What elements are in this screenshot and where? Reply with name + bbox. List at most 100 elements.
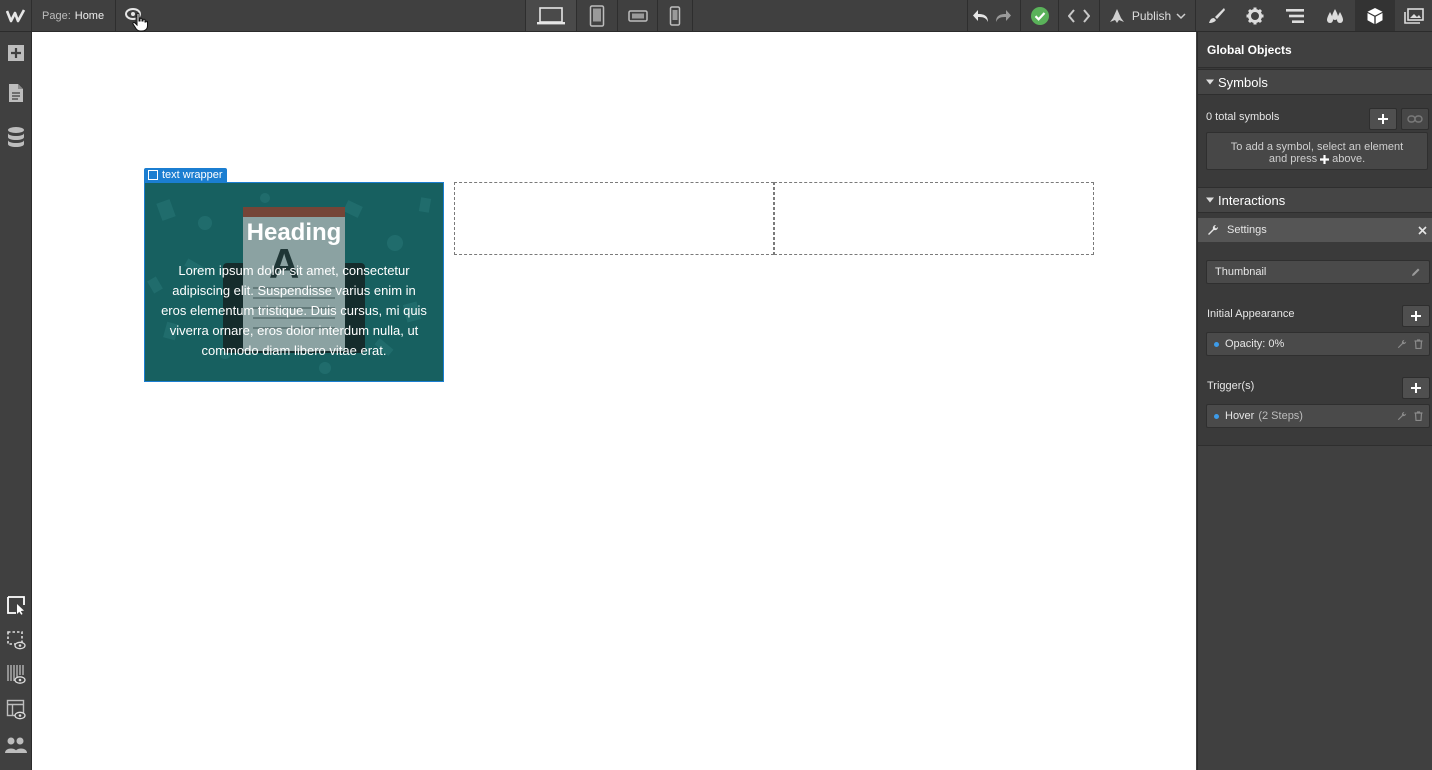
drops-icon xyxy=(1327,8,1343,23)
add-initial-appearance-button[interactable] xyxy=(1402,305,1430,327)
add-trigger-button[interactable] xyxy=(1402,377,1430,399)
wrench-icon[interactable] xyxy=(1397,339,1407,349)
pages-button[interactable] xyxy=(0,78,31,108)
collaborators-button[interactable] xyxy=(0,730,31,760)
top-toolbar: Page: Home Publish xyxy=(0,0,1432,32)
selected-element-label: text wrapper xyxy=(162,169,223,181)
chevron-down-icon xyxy=(1176,12,1186,19)
page-name: Home xyxy=(74,9,105,22)
code-export-button[interactable] xyxy=(1059,0,1099,31)
trash-icon[interactable] xyxy=(1414,339,1423,349)
empty-column-placeholder[interactable] xyxy=(454,182,774,255)
portrait-view-button[interactable] xyxy=(658,0,692,31)
settings-panel-button[interactable] xyxy=(1235,0,1275,31)
selected-element-tag[interactable]: text wrapper xyxy=(144,168,227,182)
grid-eye-icon xyxy=(6,665,26,684)
panel-title: Global Objects xyxy=(1207,42,1292,57)
triggers-label: Trigger(s) xyxy=(1207,380,1255,392)
navigator-icon xyxy=(1286,8,1304,23)
caret-down-icon xyxy=(1206,79,1214,85)
left-toolbar xyxy=(0,32,32,770)
publish-label: Publish xyxy=(1131,8,1172,23)
plus-icon xyxy=(1411,383,1421,393)
opacity-label: Opacity: 0% xyxy=(1225,338,1285,350)
symbols-count: 0 total symbols xyxy=(1206,111,1280,123)
add-element-button[interactable] xyxy=(0,38,31,68)
assets-panel-button[interactable] xyxy=(1395,0,1432,31)
design-canvas[interactable]: text wrapper A Heading Lorem ipsum dolor… xyxy=(32,32,1196,770)
tablet-icon xyxy=(589,4,605,27)
link-symbol-button[interactable] xyxy=(1401,108,1429,130)
database-icon xyxy=(7,127,24,147)
undo-button[interactable] xyxy=(970,0,992,31)
undo-icon xyxy=(973,9,988,22)
desktop-view-button[interactable] xyxy=(526,0,576,31)
card-paragraph[interactable]: Lorem ipsum dolor sit amet, consectetur … xyxy=(159,261,429,361)
rocket-icon xyxy=(1109,8,1124,23)
page-icon xyxy=(8,84,23,102)
wrench-icon xyxy=(1208,224,1219,235)
bullet-dot-icon xyxy=(1214,413,1219,419)
pencil-icon[interactable] xyxy=(1411,267,1421,277)
empty-column-placeholder[interactable] xyxy=(774,182,1094,255)
panel-header: Global Objects xyxy=(1198,32,1432,68)
close-icon[interactable] xyxy=(1418,226,1427,235)
page-selector[interactable]: Page: Home xyxy=(32,0,115,31)
dashed-box-eye-icon xyxy=(6,631,26,650)
thumbnail-field[interactable]: Thumbnail xyxy=(1206,260,1430,284)
status-button[interactable] xyxy=(1021,0,1058,31)
plus-icon xyxy=(1411,311,1421,321)
symbols-hint-line2-pre: and press xyxy=(1268,153,1318,165)
caret-down-icon xyxy=(1206,197,1214,203)
grid-overlay-button[interactable] xyxy=(0,660,31,690)
page-label: Page: xyxy=(42,9,71,22)
select-mode-button[interactable] xyxy=(0,590,31,620)
link-icon xyxy=(1407,115,1423,123)
interaction-settings-bar[interactable]: Settings xyxy=(1198,218,1432,242)
symbols-section-header[interactable]: Symbols xyxy=(1198,69,1432,95)
text-wrapper-card[interactable]: A Heading Lorem ipsum dolor sit amet, co… xyxy=(144,182,444,382)
brush-icon xyxy=(1208,7,1225,23)
interactions-section-header[interactable]: Interactions xyxy=(1198,187,1432,213)
panel-empty-area xyxy=(1198,446,1432,770)
wrench-icon[interactable] xyxy=(1397,411,1407,421)
select-cursor-icon xyxy=(6,596,25,615)
layout-view-button[interactable] xyxy=(0,695,31,725)
card-heading[interactable]: Heading xyxy=(145,219,443,247)
layout-eye-icon xyxy=(6,699,26,720)
webflow-logo-icon[interactable] xyxy=(0,0,31,31)
gear-icon xyxy=(1246,7,1264,24)
navigator-panel-button[interactable] xyxy=(1275,0,1315,31)
style-panel-button[interactable] xyxy=(1196,0,1235,31)
publish-button[interactable]: Publish xyxy=(1100,0,1194,31)
preview-edges-button[interactable] xyxy=(0,625,31,655)
hover-steps: (2 Steps) xyxy=(1258,410,1303,422)
code-icon xyxy=(1068,8,1090,23)
plus-icon xyxy=(1320,154,1330,164)
redo-icon xyxy=(996,9,1011,22)
interactions-heading: Interactions xyxy=(1218,192,1286,208)
phone-landscape-icon xyxy=(627,9,648,22)
settings-label: Settings xyxy=(1227,224,1267,236)
users-icon xyxy=(4,737,27,753)
symbols-heading: Symbols xyxy=(1218,74,1268,90)
cube-icon xyxy=(1367,7,1383,24)
initial-appearance-label: Initial Appearance xyxy=(1207,308,1295,320)
bullet-dot-icon xyxy=(1214,341,1219,347)
tablet-view-button[interactable] xyxy=(577,0,617,31)
symbols-hint-line2-post: above. xyxy=(1332,153,1366,165)
landscape-view-button[interactable] xyxy=(618,0,657,31)
swatches-panel-button[interactable] xyxy=(1315,0,1355,31)
opacity-item[interactable]: Opacity: 0% xyxy=(1206,332,1430,356)
plus-icon xyxy=(1378,114,1388,124)
mouse-cursor-icon xyxy=(132,12,148,32)
cms-button[interactable] xyxy=(0,122,31,152)
hover-trigger-item[interactable]: Hover (2 Steps) xyxy=(1206,404,1430,428)
check-circle-icon xyxy=(1030,6,1049,25)
symbols-hint-line1: To add a symbol, select an element xyxy=(1230,141,1404,153)
redo-button[interactable] xyxy=(992,0,1014,31)
add-symbol-button[interactable] xyxy=(1369,108,1397,130)
hover-label: Hover xyxy=(1225,410,1255,422)
trash-icon[interactable] xyxy=(1414,411,1423,421)
global-objects-panel-button[interactable] xyxy=(1355,0,1395,31)
